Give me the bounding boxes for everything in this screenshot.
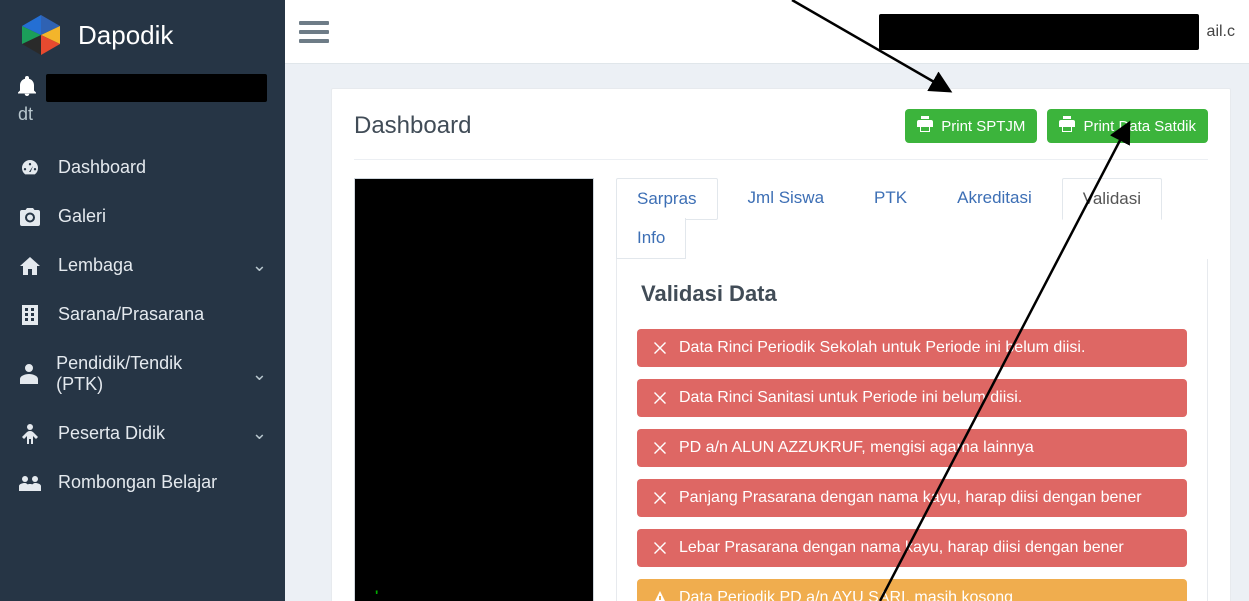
sidebar: Dapodik dt Dashboard Galeri Lembaga ⌄ Sa… bbox=[0, 0, 285, 601]
button-label: Print SPTJM bbox=[941, 118, 1025, 135]
close-icon bbox=[651, 342, 669, 354]
chevron-down-icon: ⌄ bbox=[252, 255, 267, 276]
alert-text: Lebar Prasarana dengan nama kayu, harap … bbox=[679, 539, 1124, 557]
print-icon bbox=[917, 116, 933, 136]
validation-alert: Data Rinci Sanitasi untuk Periode ini be… bbox=[637, 379, 1187, 417]
main: Dashboard Print SPTJM Print Data Satdik … bbox=[285, 64, 1249, 601]
thumb-mark: ' bbox=[375, 587, 378, 601]
close-icon bbox=[651, 442, 669, 454]
user-panel: dt bbox=[0, 68, 285, 137]
sidebar-item-lembaga[interactable]: Lembaga ⌄ bbox=[0, 241, 285, 290]
content-row: ' Sarpras Jml Siswa PTK Akreditasi Valid… bbox=[354, 178, 1208, 601]
camera-icon bbox=[18, 208, 42, 226]
building-icon bbox=[18, 305, 42, 325]
close-icon bbox=[651, 492, 669, 504]
validation-alert: Data Periodik PD a/n AYU SARI, masih kos… bbox=[637, 579, 1187, 601]
page-title: Dashboard bbox=[354, 112, 471, 140]
sidebar-item-galeri[interactable]: Galeri bbox=[0, 192, 285, 241]
home-icon bbox=[18, 256, 42, 276]
sidebar-item-ptk[interactable]: Pendidik/Tendik (PTK) ⌄ bbox=[0, 339, 285, 409]
sidebar-item-rombel[interactable]: Rombongan Belajar bbox=[0, 458, 285, 507]
sidebar-item-label: Galeri bbox=[58, 206, 106, 227]
topbar-mail-tail: ail.c bbox=[1207, 23, 1235, 41]
tabs-row-2: Info bbox=[616, 219, 1208, 259]
brand: Dapodik bbox=[0, 0, 285, 68]
chevron-down-icon: ⌄ bbox=[252, 423, 267, 444]
validation-alert: Lebar Prasarana dengan nama kayu, harap … bbox=[637, 529, 1187, 567]
brand-logo-icon bbox=[18, 12, 64, 58]
tabs-row-1: Sarpras Jml Siswa PTK Akreditasi Validas… bbox=[616, 178, 1208, 220]
tab-ptk[interactable]: PTK bbox=[854, 178, 927, 218]
topbar: ail.c bbox=[285, 0, 1249, 64]
chevron-down-icon: ⌄ bbox=[252, 364, 267, 385]
tab-validasi[interactable]: Validasi bbox=[1062, 178, 1162, 220]
topbar-user-redacted bbox=[879, 14, 1199, 50]
validation-title: Validasi Data bbox=[637, 281, 1187, 307]
person-icon bbox=[18, 364, 40, 384]
school-thumbnail-redacted: ' bbox=[354, 178, 594, 601]
alert-text: PD a/n ALUN AZZUKRUF, mengisi agama lain… bbox=[679, 439, 1034, 457]
sidebar-item-label: Sarana/Prasarana bbox=[58, 304, 204, 325]
tab-sarpras[interactable]: Sarpras bbox=[616, 178, 718, 220]
sidebar-item-sarana[interactable]: Sarana/Prasarana bbox=[0, 290, 285, 339]
sidebar-item-label: Lembaga bbox=[58, 255, 133, 276]
divider bbox=[354, 159, 1208, 160]
validation-alert: PD a/n ALUN AZZUKRUF, mengisi agama lain… bbox=[637, 429, 1187, 467]
alert-text: Data Rinci Sanitasi untuk Periode ini be… bbox=[679, 389, 1022, 407]
topbar-right: ail.c bbox=[879, 14, 1235, 50]
close-icon bbox=[651, 542, 669, 554]
sidebar-item-label: Pendidik/Tendik (PTK) bbox=[56, 353, 220, 395]
sidebar-item-label: Peserta Didik bbox=[58, 423, 165, 444]
user-name-redacted bbox=[46, 74, 267, 102]
warning-icon bbox=[651, 591, 669, 601]
sidebar-item-label: Dashboard bbox=[58, 157, 146, 178]
sidebar-nav: Dashboard Galeri Lembaga ⌄ Sarana/Prasar… bbox=[0, 143, 285, 507]
print-sptjm-button[interactable]: Print SPTJM bbox=[905, 109, 1037, 143]
validation-card: Validasi Data Data Rinci Periodik Sekola… bbox=[616, 259, 1208, 601]
panel-header: Dashboard Print SPTJM Print Data Satdik bbox=[354, 109, 1208, 143]
dashboard-icon bbox=[18, 158, 42, 178]
right-column: Sarpras Jml Siswa PTK Akreditasi Validas… bbox=[616, 178, 1208, 601]
sidebar-item-dashboard[interactable]: Dashboard bbox=[0, 143, 285, 192]
sidebar-item-peserta[interactable]: Peserta Didik ⌄ bbox=[0, 409, 285, 458]
button-label: Print Data Satdik bbox=[1083, 118, 1196, 135]
brand-text: Dapodik bbox=[78, 20, 173, 51]
dashboard-panel: Dashboard Print SPTJM Print Data Satdik … bbox=[331, 88, 1231, 601]
alert-text: Data Periodik PD a/n AYU SARI, masih kos… bbox=[679, 589, 1013, 601]
group-icon bbox=[18, 475, 42, 491]
user-subtext: dt bbox=[18, 104, 267, 125]
close-icon bbox=[651, 392, 669, 404]
print-icon bbox=[1059, 116, 1075, 136]
alert-text: Data Rinci Periodik Sekolah untuk Period… bbox=[679, 339, 1085, 357]
tab-info[interactable]: Info bbox=[616, 218, 686, 259]
validation-alert: Data Rinci Periodik Sekolah untuk Period… bbox=[637, 329, 1187, 367]
bell-icon bbox=[18, 76, 36, 101]
tab-jml-siswa[interactable]: Jml Siswa bbox=[728, 178, 845, 218]
tab-akreditasi[interactable]: Akreditasi bbox=[937, 178, 1052, 218]
validation-alert: Panjang Prasarana dengan nama kayu, hara… bbox=[637, 479, 1187, 517]
menu-toggle-button[interactable] bbox=[299, 21, 329, 43]
sidebar-item-label: Rombongan Belajar bbox=[58, 472, 217, 493]
child-icon bbox=[18, 424, 42, 444]
print-satdik-button[interactable]: Print Data Satdik bbox=[1047, 109, 1208, 143]
alert-text: Panjang Prasarana dengan nama kayu, hara… bbox=[679, 489, 1142, 507]
